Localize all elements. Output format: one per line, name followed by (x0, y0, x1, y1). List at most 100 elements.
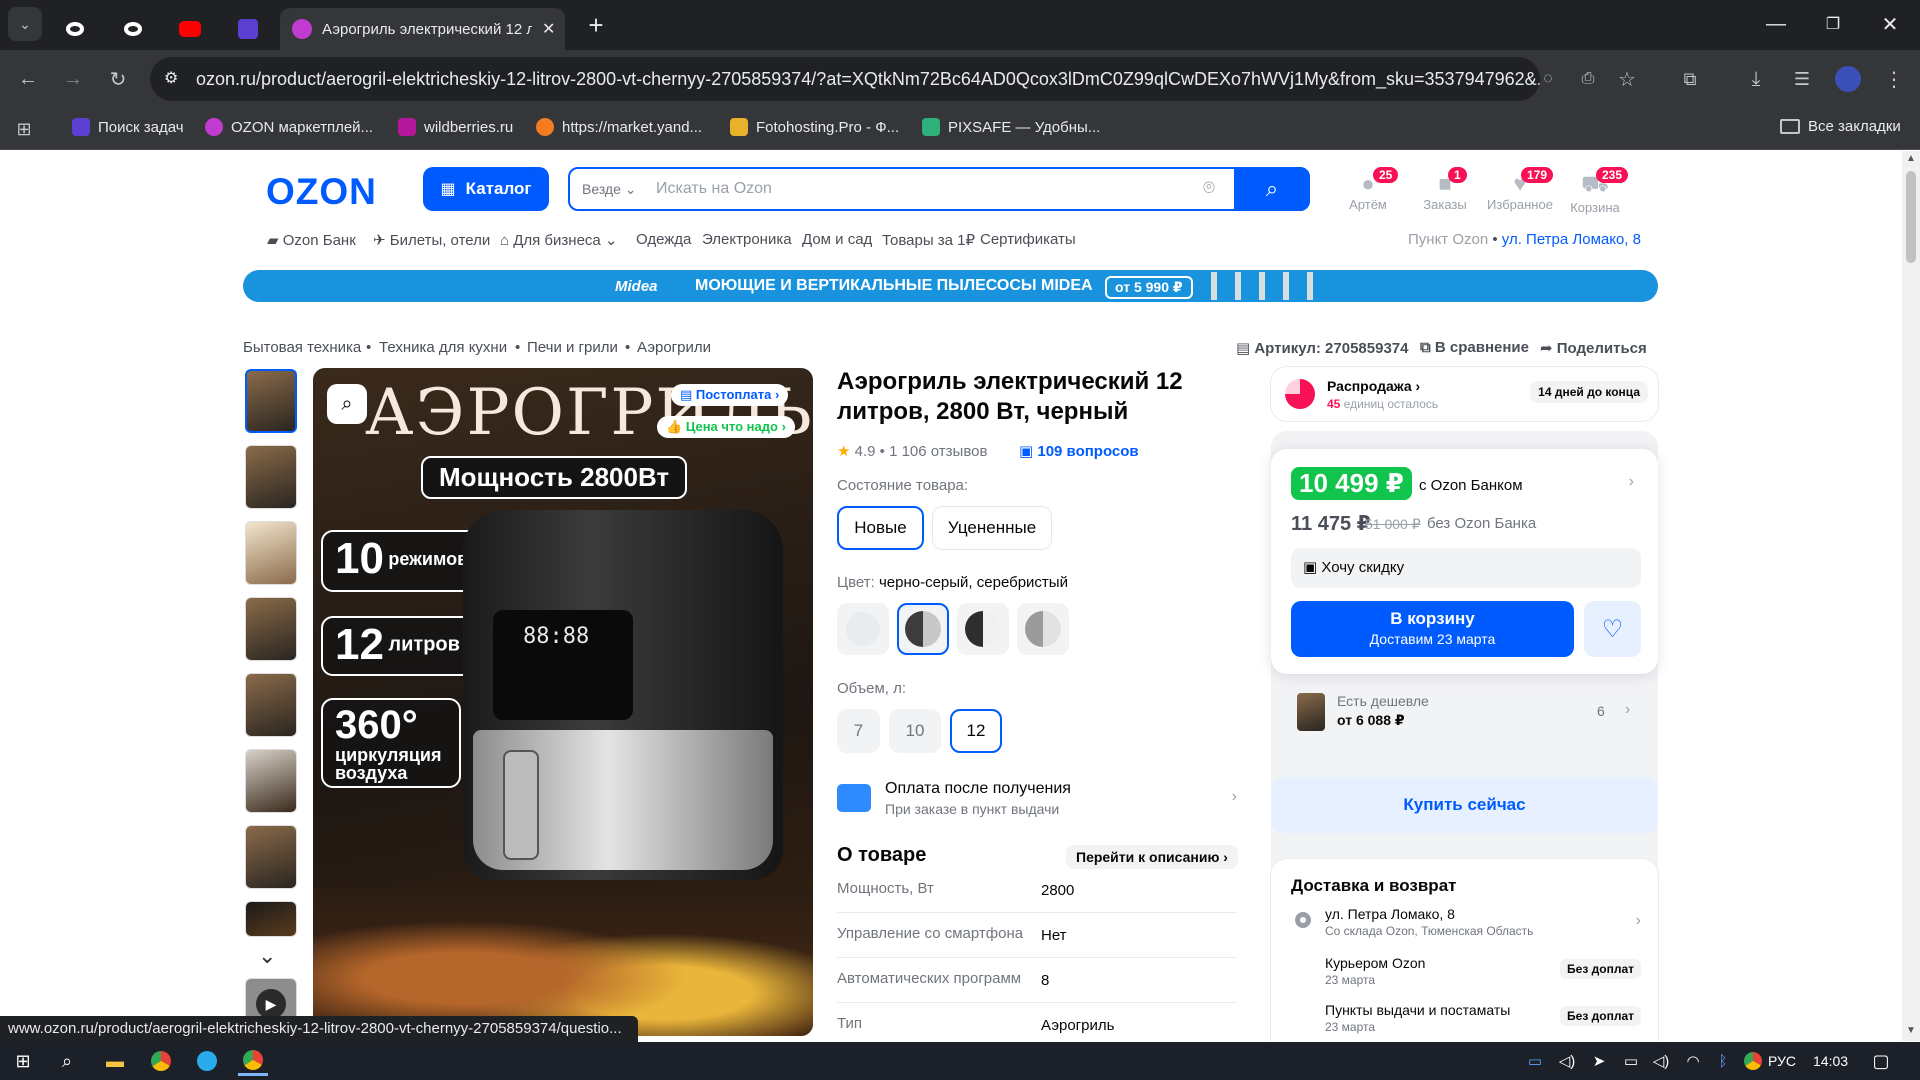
product-main-image[interactable]: ⌕ АЭРОГРИЛЬ ▤ Постоплата › 👍 Цена что на… (313, 368, 813, 1036)
color-swatch-selected[interactable] (897, 603, 949, 655)
catalog-button[interactable]: ▦ Каталог (423, 167, 549, 211)
tray-screen-icon[interactable]: ▭ (1520, 1046, 1550, 1076)
input-language[interactable]: РУС (1768, 1053, 1796, 1069)
breadcrumb-1[interactable]: Бытовая техника (243, 339, 361, 356)
tray-sound-icon[interactable]: ◁) (1552, 1046, 1582, 1076)
compare-link[interactable]: ⧉ В сравнение (1420, 339, 1529, 356)
header-profile[interactable]: ● 25 Артём (1333, 167, 1403, 212)
gallery-thumbnail[interactable] (245, 749, 297, 813)
site-info-icon[interactable]: ⚙ (164, 68, 178, 88)
scroll-down-icon[interactable]: ▼ (1906, 1025, 1916, 1036)
scrollbar-thumb[interactable] (1906, 171, 1916, 263)
header-favorites[interactable]: ♥ 179 Избранное (1485, 167, 1555, 212)
condition-discounted[interactable]: Уцененные (932, 506, 1052, 550)
gallery-thumbnail[interactable] (245, 673, 297, 737)
nav-business[interactable]: ⌂ Для бизнеса ⌄ (500, 231, 618, 249)
search-input[interactable]: Искать на Ozon (656, 180, 1176, 198)
search-button[interactable]: ⌕ (1234, 167, 1310, 211)
bookmark-3[interactable]: wildberries.ru (398, 118, 513, 136)
search-icon[interactable]: ⌕ (52, 1046, 82, 1076)
minimize-button[interactable]: — (1758, 6, 1794, 42)
install-icon[interactable]: ⎙ (1570, 61, 1606, 97)
page-scrollbar[interactable]: ▲ ▼ (1902, 151, 1920, 1041)
color-swatch[interactable] (837, 603, 889, 655)
questions-link[interactable]: ▣ 109 вопросов (1019, 442, 1139, 460)
nav-home[interactable]: Дом и сад (802, 231, 872, 248)
tab-2[interactable] (113, 8, 153, 50)
volume-10[interactable]: 10 (889, 709, 941, 753)
bookmark-2[interactable]: OZON маркетплей... (205, 118, 373, 136)
clock[interactable]: 14:03 (1813, 1053, 1848, 1069)
reload-button[interactable]: ↻ (100, 61, 136, 97)
gallery-thumbnail[interactable] (245, 901, 297, 937)
promo-banner[interactable]: Midea МОЮЩИЕ И ВЕРТИКАЛЬНЫЕ ПЫЛЕСОСЫ MID… (243, 270, 1658, 302)
header-cart[interactable]: ⛟ 235 Корзина (1560, 167, 1630, 215)
back-button[interactable]: ← (10, 61, 46, 97)
new-tab-button[interactable]: + (578, 7, 614, 43)
delivery-option[interactable]: Курьером Ozon 23 марта Без доплат (1325, 955, 1641, 989)
color-swatch[interactable] (1017, 603, 1069, 655)
nav-electronics[interactable]: Электроника (702, 231, 792, 248)
postpay-badge[interactable]: ▤ Постоплата › (671, 384, 789, 406)
favorite-button[interactable]: ♡ (1584, 601, 1641, 657)
delivery-option[interactable]: Пункты выдачи и постаматы 23 марта Без д… (1325, 1002, 1641, 1036)
restore-button[interactable]: ❐ (1815, 6, 1851, 42)
sale-card[interactable]: Распродажа › 45 единиц осталось 14 дней … (1271, 367, 1658, 421)
volume-7[interactable]: 7 (837, 709, 880, 753)
tab-3[interactable] (170, 8, 210, 50)
good-price-badge[interactable]: 👍 Цена что надо › (657, 416, 795, 438)
bookmark-star-icon[interactable]: ☆ (1609, 61, 1645, 97)
eye-off-icon[interactable]: ◌ (1530, 61, 1566, 97)
tray-telegram-icon[interactable]: ➤ (1584, 1046, 1614, 1076)
address-bar[interactable]: ⚙ ozon.ru/product/aerogril-elektricheski… (150, 57, 1540, 101)
downloads-icon[interactable]: ⤓ (1738, 61, 1774, 97)
tray-wifi-icon[interactable]: ◠ (1678, 1046, 1708, 1076)
media-icon[interactable]: ☰ (1784, 61, 1820, 97)
chevron-down-icon[interactable]: ⌄ (258, 943, 276, 969)
bookmark-1[interactable]: Поиск задач (72, 118, 184, 136)
add-to-cart-button[interactable]: В корзину Доставим 23 марта (1291, 601, 1574, 657)
browser-menu-icon[interactable]: ⋮ (1876, 61, 1912, 97)
apps-grid-icon[interactable]: ⊞ (6, 111, 42, 147)
payment-after-receipt[interactable]: Оплата после получения При заказе в пунк… (837, 776, 1237, 822)
buy-now-button[interactable]: Купить сейчас (1271, 777, 1658, 833)
tab-active[interactable]: Аэрогриль электрический 12 л ✕ (280, 8, 565, 50)
visual-search-icon[interactable]: ⌕ (327, 384, 367, 424)
chrome-icon[interactable] (146, 1046, 176, 1076)
want-discount-button[interactable]: ▣ Хочу скидку (1291, 548, 1641, 588)
nav-clothes[interactable]: Одежда (636, 231, 691, 248)
rating-row[interactable]: ★ 4.9 • 1 106 отзывов (837, 442, 987, 460)
bank-price[interactable]: 10 499 ₽ (1291, 467, 1412, 500)
tab-search-button[interactable]: ⌄ (8, 7, 42, 41)
tab-4[interactable] (228, 8, 268, 50)
color-swatch[interactable] (957, 603, 1009, 655)
tray-volume-icon[interactable]: ◁) (1646, 1046, 1676, 1076)
bookmark-4[interactable]: https://market.yand... (536, 118, 702, 136)
chevron-right-icon[interactable]: › (1629, 473, 1634, 491)
gallery-thumbnail[interactable] (245, 825, 297, 889)
header-orders[interactable]: ■ 1 Заказы (1410, 167, 1480, 212)
go-to-description-link[interactable]: Перейти к описанию › (1066, 845, 1238, 869)
cheaper-offer[interactable]: Есть дешевле от 6 088 ₽ 6 › (1291, 689, 1641, 735)
tray-bluetooth-icon[interactable]: ᛒ (1708, 1046, 1738, 1076)
close-window-button[interactable]: ✕ (1872, 6, 1908, 42)
volume-12[interactable]: 12 (950, 709, 1002, 753)
tab-1[interactable] (55, 8, 95, 50)
gallery-thumbnail[interactable] (245, 521, 297, 585)
ozon-logo[interactable]: OZON (266, 171, 377, 213)
forward-button[interactable]: → (55, 61, 91, 97)
condition-new[interactable]: Новые (837, 506, 924, 550)
extensions-icon[interactable]: ⧉ (1672, 61, 1708, 97)
close-tab-icon[interactable]: ✕ (542, 19, 555, 39)
file-explorer-icon[interactable]: ▬ (100, 1046, 130, 1076)
telegram-icon[interactable] (192, 1046, 222, 1076)
delivery-address[interactable]: ул. Петра Ломако, 8 Со склада Ozon, Тюме… (1291, 906, 1641, 940)
gallery-thumbnail[interactable] (245, 445, 297, 509)
pickup-point[interactable]: Пункт Ozon • ул. Петра Ломако, 8 (1408, 231, 1641, 248)
bookmark-6[interactable]: PIXSAFE — Удобны... (922, 118, 1100, 136)
profile-avatar[interactable] (1830, 61, 1866, 97)
nav-one-ruble[interactable]: Товары за 1₽ (882, 231, 975, 249)
tray-battery-icon[interactable]: ▭ (1616, 1046, 1646, 1076)
scroll-up-icon[interactable]: ▲ (1906, 153, 1916, 164)
search-scope-select[interactable]: Везде ⌄ (582, 181, 637, 198)
